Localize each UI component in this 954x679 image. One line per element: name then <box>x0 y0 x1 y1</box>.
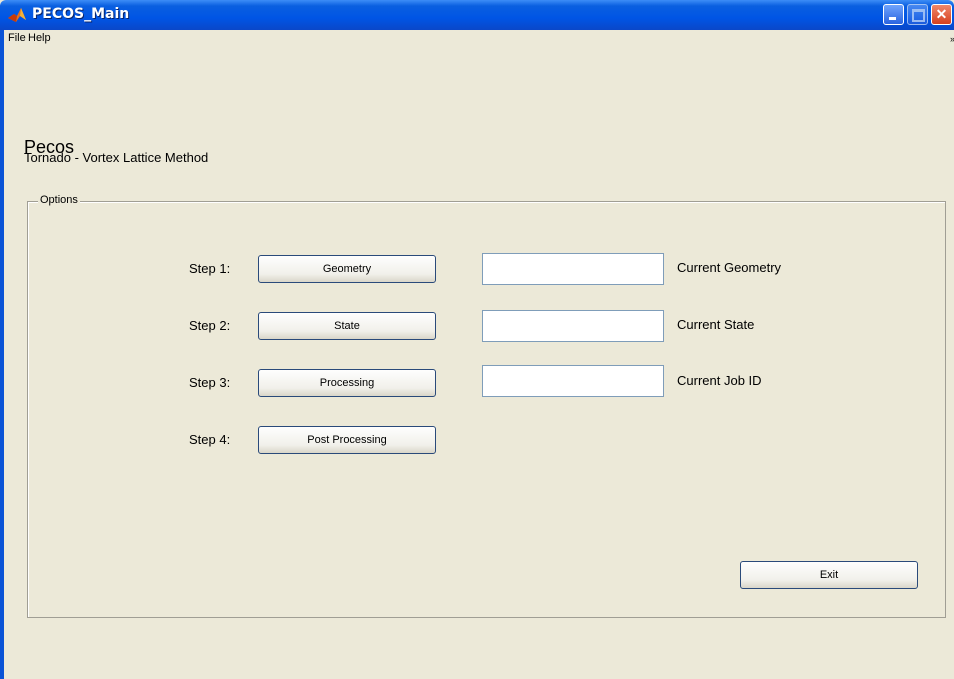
window-frame <box>0 30 4 679</box>
minimize-icon <box>884 5 903 24</box>
exit-button[interactable]: Exit <box>740 561 918 589</box>
step-2-label: Step 2: <box>189 318 231 333</box>
current-job-id-label: Current Job ID <box>677 373 762 388</box>
current-state-label: Current State <box>677 317 755 332</box>
current-geometry-field[interactable] <box>482 253 664 285</box>
current-job-id-field[interactable] <box>482 365 664 397</box>
close-button[interactable]: ✕ <box>931 4 952 25</box>
options-panel-label: Options <box>38 194 80 206</box>
post-processing-button[interactable]: Post Processing <box>258 426 436 454</box>
current-state-field[interactable] <box>482 310 664 342</box>
geometry-button[interactable]: Geometry <box>258 255 436 283</box>
state-button[interactable]: State <box>258 312 436 340</box>
step-4-label: Step 4: <box>189 432 231 447</box>
menu-bar: File Help » <box>4 30 954 48</box>
minimize-button[interactable] <box>883 4 904 25</box>
menu-help[interactable]: Help <box>28 32 51 44</box>
current-geometry-label: Current Geometry <box>677 260 782 275</box>
toolbar-overflow-icon[interactable]: » <box>950 34 954 44</box>
maximize-button[interactable] <box>907 4 928 25</box>
processing-button[interactable]: Processing <box>258 369 436 397</box>
page-subtitle: Tornado - Vortex Lattice Method <box>24 150 209 165</box>
window-title: PECOS_Main <box>32 6 130 22</box>
matlab-icon <box>8 8 26 22</box>
step-1-label: Step 1: <box>189 261 231 276</box>
title-bar[interactable]: PECOS_Main ✕ <box>0 0 954 30</box>
step-3-label: Step 3: <box>189 375 231 390</box>
maximize-icon <box>908 5 927 24</box>
close-icon: ✕ <box>935 6 948 22</box>
menu-file[interactable]: File <box>8 32 26 44</box>
